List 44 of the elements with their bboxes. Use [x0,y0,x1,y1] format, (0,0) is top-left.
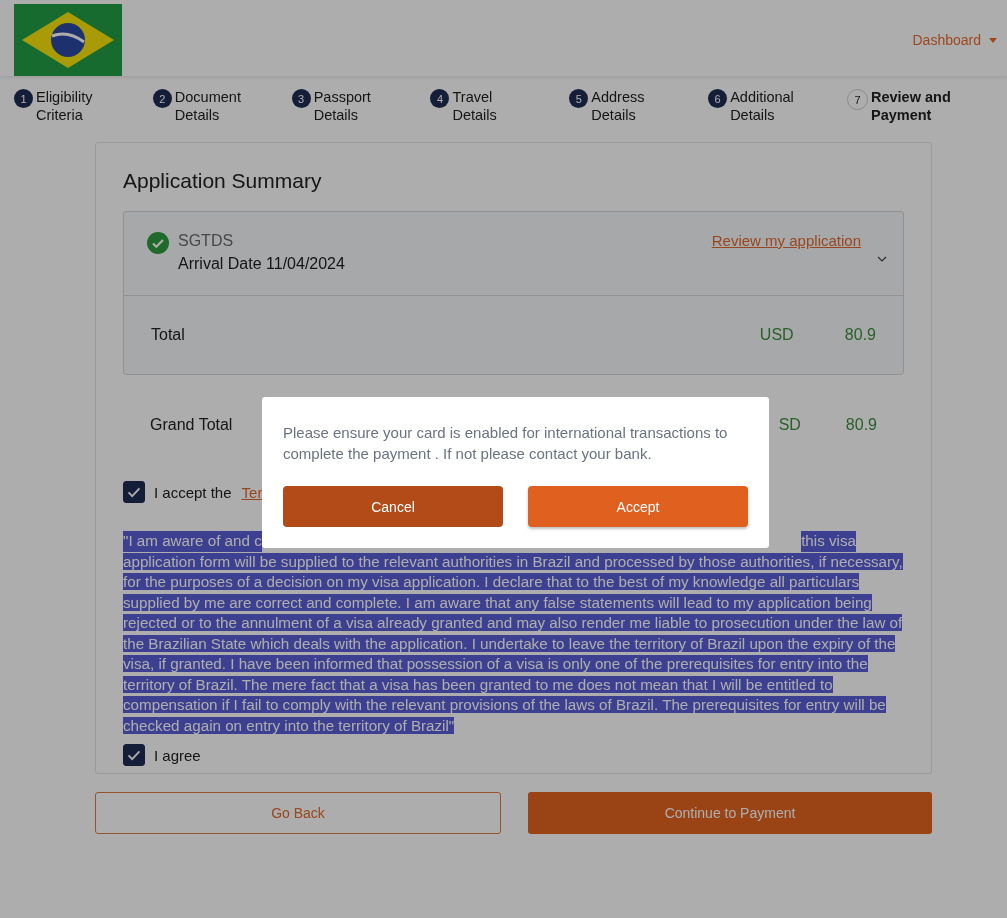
amount-text: 80.9 [845,416,877,434]
application-code: SGTDS [178,232,235,250]
summary-title: Application Summary [123,169,323,193]
amount-text: 80.9 [844,326,876,344]
flag-icon [14,4,122,76]
grand-total-label: Grand Total [150,416,233,434]
step-tab[interactable]: 4 Travel Details [430,88,531,140]
declaration-text: this visa [801,531,856,552]
dialog-message: Please ensure your card is enabled for international transactions to complete the payment . If not please contact your bank. [283,423,729,464]
step-tab[interactable]: 2 Document Details [152,88,253,140]
step-label: Document Details [174,88,242,124]
step-tab[interactable]: 3 Passport Details [291,88,392,140]
step-number: 4 [430,89,450,108]
agree-label: I agree [154,746,201,764]
declaration-text: "I am aware of and c [123,531,262,552]
checkbox[interactable] [123,481,145,503]
step-number: 5 [569,89,589,108]
step-number: 6 [708,89,728,108]
checkbox[interactable] [123,744,145,766]
caret-icon [989,37,997,43]
step-label: Address Details [591,88,646,124]
check-circle-icon [147,232,169,254]
step-tab[interactable]: 6 Additional Details [708,88,809,140]
step-tab[interactable]: 7 Review and Payment [846,88,967,140]
dialog-button[interactable]: Accept [528,486,748,527]
application-header[interactable]: SGTDS Arrival Date 11/04/2024 Review my application [124,212,903,296]
step-number: 1 [14,89,33,108]
step-label: Additional Details [730,88,795,124]
step-label: Eligibility Criteria [36,88,94,124]
step-tab[interactable]: 1 Eligibility Criteria [14,88,114,140]
step-label: Travel Details [452,88,498,124]
currency-text: USD [759,326,795,344]
currency-text: SD [777,416,801,434]
arrival-date: Arrival Date 11/04/2024 [178,255,346,273]
terms-label: I accept the [154,483,232,501]
step-tab[interactable]: 5 Address Details [569,88,670,140]
total-label: Total [151,326,185,344]
step-number: 2 [152,89,172,108]
declaration-text: application form will be supplied to the relevant authorities in Brazil and processed by those authorities, if necessary, for the purposes of a decision on my visa application. I declare that to the best of my knowledge all particulars supplied by me are correct and complete. I am aware that any false statements will lead to my application being rejected or to the annulment of a visa already granted and may also render me liable to prosecution under the law of the Brazilian State which deals with the application. I undertake to leave the territory of Brazil upon the expiry of the visa, if granted. I have been informed that possession of a visa is only one of the prerequisites for entry into the territory of Brazil. The mere fact that a visa has been granted to me does not mean that I will be entitled to compensation if I fail to comply with the relevant provisions of the laws of Brazil. The prerequisites for entry will be checked again on entry into the territory of Brazil" [123,551,904,736]
dialog-button[interactable]: Cancel [283,486,503,527]
step-label: Passport Details [313,88,372,124]
step-number: 7 [846,89,868,110]
step-number: 3 [291,89,311,108]
step-label: Review and Payment [870,88,952,124]
